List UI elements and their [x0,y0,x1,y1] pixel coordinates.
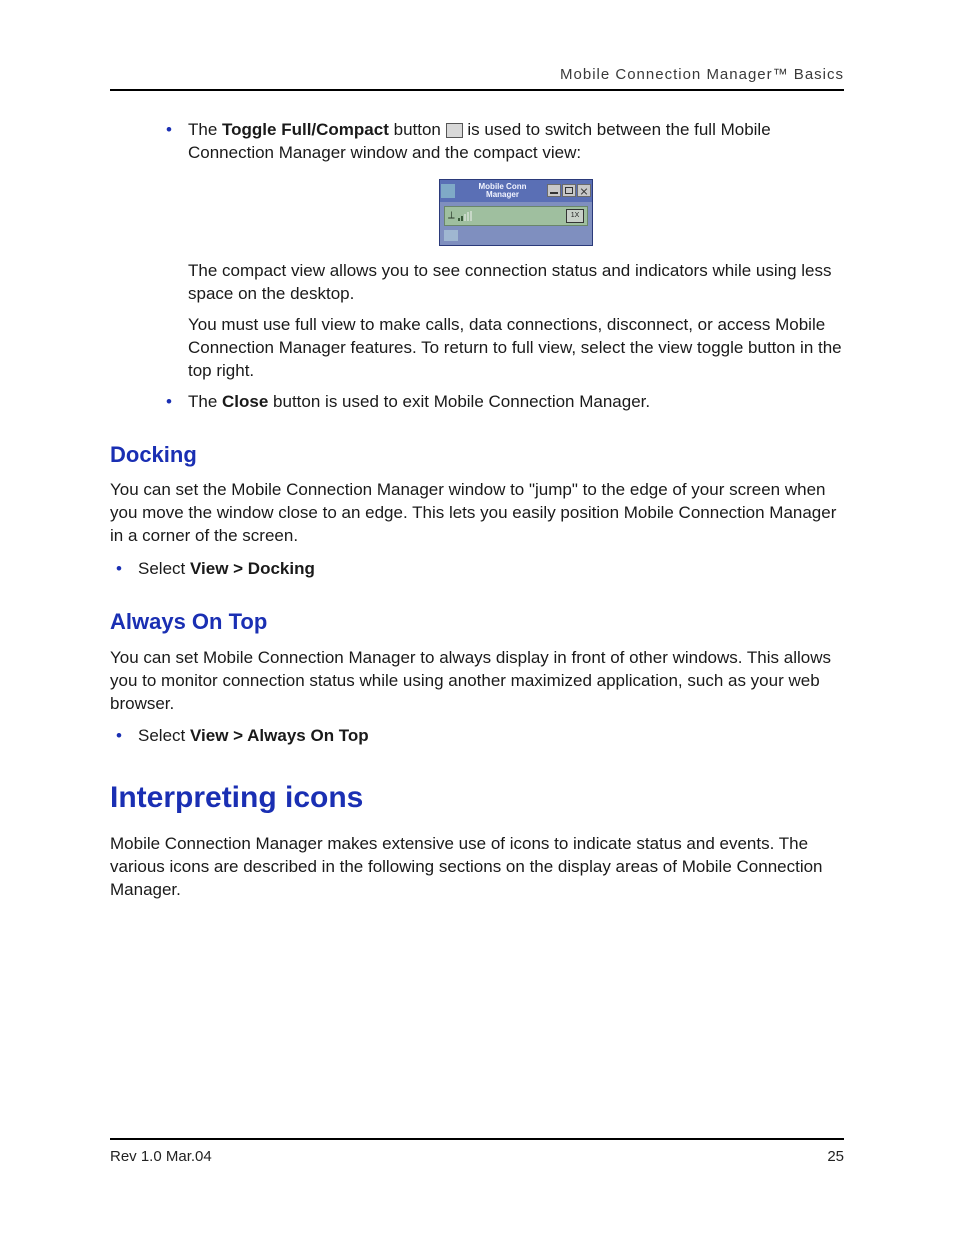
text: Select [138,559,190,578]
menu-path-docking: View > Docking [190,559,315,578]
text: button [389,120,446,139]
text: Select [138,726,190,745]
body-strip [444,230,458,241]
app-title: Mobile Conn Manager [458,183,547,199]
bullet-list-1: The Toggle Full/Compact button is used t… [160,119,844,414]
fullview-note: You must use full view to make calls, da… [188,314,844,383]
status-strip: ⟂ 1X [444,206,588,226]
window-controls [547,184,591,197]
page-number: 25 [827,1148,844,1165]
toggle-view-icon[interactable] [562,184,576,197]
toggle-label: Toggle Full/Compact [222,120,389,139]
menu-path-ontop: View > Always On Top [190,726,369,745]
minimize-icon[interactable] [547,184,561,197]
bullet-close-button: The Close button is used to exit Mobile … [160,391,844,414]
close-icon[interactable] [577,184,591,197]
heading-docking: Docking [110,440,844,470]
toggle-full-compact-icon [446,123,463,138]
signal-bars-icon [458,211,472,221]
bullet-ontop-select: Select View > Always On Top [110,725,844,748]
interpreting-icons-paragraph: Mobile Connection Manager makes extensiv… [110,833,844,902]
heading-always-on-top: Always On Top [110,607,844,637]
text: The [188,392,222,411]
bullet-list-docking: Select View > Docking [110,558,844,581]
header-rule [110,89,844,91]
text: The [188,120,222,139]
bullet-list-ontop: Select View > Always On Top [110,725,844,748]
text: button is used to exit Mobile Connection… [268,392,650,411]
bullet-docking-select: Select View > Docking [110,558,844,581]
app-title-line2: Manager [486,190,519,199]
app-window-compact: Mobile Conn Manager [439,179,593,246]
close-label: Close [222,392,268,411]
app-logo-icon [441,184,455,198]
docking-paragraph: You can set the Mobile Connection Manage… [110,479,844,548]
footer: Rev 1.0 Mar.04 25 [110,1138,844,1165]
footer-rule [110,1138,844,1140]
app-body: ⟂ 1X [440,202,592,245]
revision-text: Rev 1.0 Mar.04 [110,1148,212,1165]
always-on-top-paragraph: You can set Mobile Connection Manager to… [110,647,844,716]
content-area: The Toggle Full/Compact button is used t… [160,119,844,902]
app-titlebar: Mobile Conn Manager [440,180,592,202]
heading-interpreting-icons: Interpreting icons [110,778,844,819]
page: Mobile Connection Manager™ Basics The To… [0,0,954,1235]
network-mode-indicator: 1X [566,209,584,223]
running-header: Mobile Connection Manager™ Basics [110,60,844,89]
compact-description: The compact view allows you to see conne… [188,260,844,306]
bullet-toggle-full-compact: The Toggle Full/Compact button is used t… [160,119,844,383]
compact-view-screenshot: Mobile Conn Manager [188,179,844,246]
antenna-icon: ⟂ [448,210,456,222]
footer-row: Rev 1.0 Mar.04 25 [110,1148,844,1165]
